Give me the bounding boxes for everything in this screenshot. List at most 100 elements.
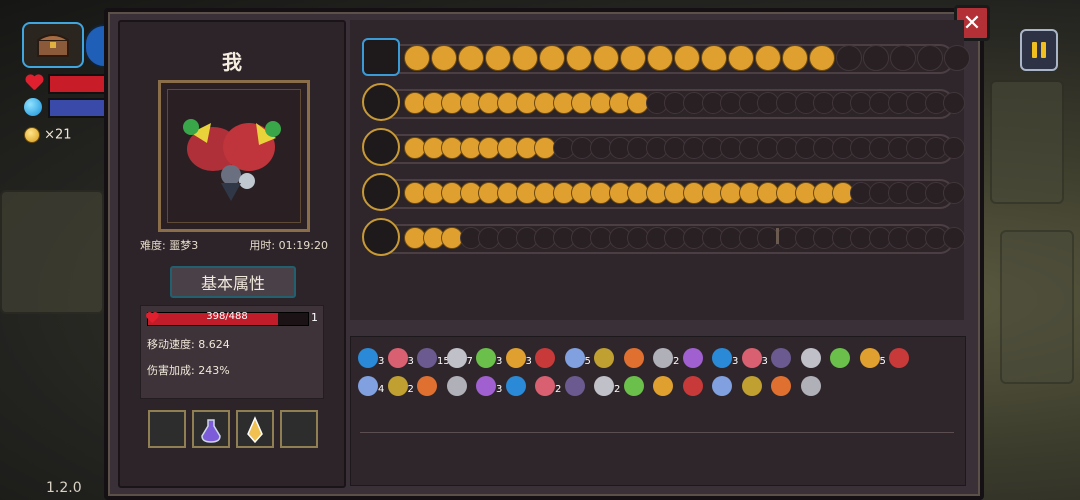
collected-item[interactable] — [830, 348, 852, 370]
item-count: 7 — [466, 356, 473, 367]
pause-button[interactable] — [1020, 29, 1058, 71]
basic-attributes-tab[interactable]: 基本属性 — [170, 266, 296, 298]
weapon-slot-icon[interactable] — [362, 83, 400, 121]
equipment-slot[interactable] — [404, 45, 430, 71]
item-icon — [830, 348, 850, 368]
equipment-slot[interactable] — [701, 45, 727, 71]
collected-item[interactable]: 3 — [712, 348, 738, 370]
item-icon — [653, 376, 673, 396]
background-tile — [0, 190, 104, 314]
inventory-slot[interactable] — [280, 410, 318, 448]
equipment-slot[interactable] — [809, 45, 835, 71]
item-icon — [476, 376, 496, 396]
collected-item[interactable]: 3 — [741, 348, 768, 370]
character-name: 我 — [222, 50, 242, 74]
collected-item[interactable]: 3 — [387, 348, 414, 370]
collected-item[interactable] — [623, 376, 646, 398]
equipment-slot[interactable] — [539, 45, 565, 71]
collected-item[interactable] — [682, 376, 705, 398]
collected-item[interactable] — [682, 348, 705, 370]
item-icon — [800, 348, 821, 368]
equipment-slot[interactable] — [728, 45, 754, 71]
chest-icon — [37, 34, 69, 57]
item-icon — [564, 376, 585, 396]
collected-item[interactable]: 3 — [358, 348, 384, 370]
collected-item[interactable] — [653, 376, 675, 398]
collected-item[interactable] — [564, 376, 587, 398]
item-count: 2 — [614, 384, 621, 395]
inventory-slot[interactable] — [236, 410, 274, 448]
equipment-slot[interactable] — [836, 45, 862, 71]
weapon-slot-icon[interactable] — [362, 218, 400, 256]
health-bar — [48, 74, 110, 94]
collected-item[interactable] — [771, 348, 793, 370]
collected-item[interactable] — [712, 376, 734, 398]
inventory-slot[interactable] — [148, 410, 186, 448]
equipment-slot[interactable] — [647, 45, 673, 71]
equipment-slot[interactable] — [485, 45, 511, 71]
weapon-slot-icon[interactable] — [362, 173, 400, 211]
collected-item[interactable]: 2 — [594, 376, 620, 398]
equipment-slot[interactable] — [674, 45, 700, 71]
item-icon — [535, 376, 555, 396]
inventory-slot[interactable] — [192, 410, 230, 448]
collected-item[interactable]: 3 — [505, 348, 532, 370]
item-icon — [358, 348, 378, 368]
equipment-slot[interactable] — [782, 45, 808, 71]
version-label: 1.2.0 — [46, 480, 82, 496]
collected-item[interactable] — [535, 348, 557, 370]
collected-item[interactable] — [417, 376, 439, 398]
background-tile — [990, 80, 1064, 204]
chest-button[interactable] — [22, 22, 84, 68]
equipment-slot[interactable] — [431, 45, 457, 71]
mana-icon — [24, 98, 42, 116]
collected-item[interactable]: 5 — [859, 348, 886, 370]
item-icon — [594, 348, 614, 368]
collected-item[interactable] — [741, 376, 764, 398]
collected-item[interactable]: 3 — [476, 376, 502, 398]
equipment-slot[interactable] — [755, 45, 781, 71]
collected-item[interactable] — [623, 348, 646, 370]
item-icon — [387, 348, 408, 368]
item-count: 3 — [407, 356, 414, 367]
collected-item[interactable]: 7 — [446, 348, 473, 370]
equipment-slot[interactable] — [593, 45, 619, 71]
collected-item[interactable]: 2 — [387, 376, 414, 398]
item-icon — [417, 376, 437, 396]
equipment-slot[interactable] — [863, 45, 889, 71]
item-icon — [505, 376, 526, 396]
difficulty-label: 难度: 噩梦3 — [140, 239, 199, 252]
item-icon — [682, 376, 703, 396]
character-sprite — [183, 119, 281, 201]
item-icon — [682, 348, 703, 368]
collected-item[interactable] — [800, 376, 823, 398]
hp-level: 1 — [311, 311, 318, 324]
item-icon — [446, 376, 467, 396]
collected-item[interactable]: 5 — [564, 348, 591, 370]
collected-item[interactable] — [771, 376, 793, 398]
equipment-slot[interactable] — [890, 45, 916, 71]
collected-item[interactable] — [446, 376, 469, 398]
weapon-slot-icon[interactable] — [362, 128, 400, 166]
item-icon — [476, 348, 496, 368]
chest-slot-icon[interactable] — [362, 38, 400, 76]
collected-item[interactable]: 4 — [358, 376, 384, 398]
collected-item[interactable] — [594, 348, 616, 370]
collected-item[interactable]: 2 — [535, 376, 561, 398]
item-count: 3 — [732, 356, 739, 367]
equipment-slot[interactable] — [917, 45, 943, 71]
elapsed-time: 用时: 01:19:20 — [249, 239, 328, 252]
collected-item[interactable]: 2 — [653, 348, 679, 370]
collected-item[interactable]: 15 — [417, 348, 450, 370]
collected-item[interactable]: 3 — [476, 348, 502, 370]
equipment-slot[interactable] — [566, 45, 592, 71]
item-icon — [771, 348, 791, 368]
collected-item[interactable] — [505, 376, 528, 398]
collected-item[interactable] — [889, 348, 911, 370]
equipment-slot[interactable] — [620, 45, 646, 71]
equipment-slot[interactable] — [512, 45, 538, 71]
equipment-slot[interactable] — [944, 45, 970, 71]
collected-item[interactable] — [800, 348, 823, 370]
equipment-slot[interactable] — [458, 45, 484, 71]
item-icon — [741, 376, 762, 396]
